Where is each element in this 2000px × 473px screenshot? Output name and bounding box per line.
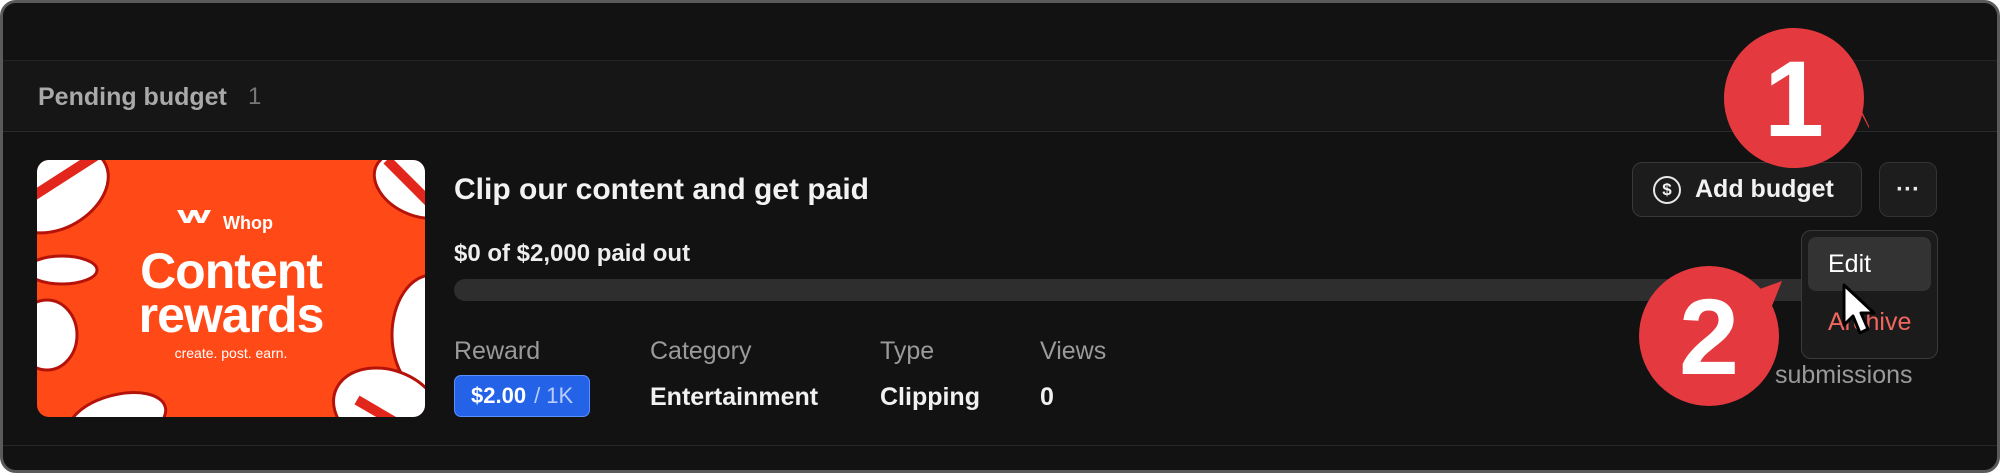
thumbnail-brand: Whop xyxy=(223,213,273,233)
ellipsis-icon: ··· xyxy=(1896,175,1920,203)
marker-1-number: 1 xyxy=(1763,37,1825,159)
reward-amount: $2.00 xyxy=(471,383,527,408)
reward-unit: / 1K xyxy=(534,383,574,408)
category-value: Entertainment xyxy=(650,383,819,411)
step-marker-1: 1 xyxy=(1719,23,1881,173)
step-marker-2: 2 xyxy=(1634,261,1784,411)
paid-out-text: $0 of $2,000 paid out xyxy=(454,240,691,267)
views-label: Views xyxy=(1040,337,1107,365)
dollar-circle-icon: $ xyxy=(1653,175,1681,204)
type-value: Clipping xyxy=(880,383,980,411)
reward-badge: $2.00 / 1K xyxy=(454,375,591,417)
reward-label: Reward xyxy=(454,337,541,365)
section-header xyxy=(3,61,1997,132)
campaign-title[interactable]: Clip our content and get paid xyxy=(454,173,869,207)
add-budget-label: Add budget xyxy=(1695,175,1834,203)
thumbnail-tagline: create. post. earn. xyxy=(174,345,288,361)
campaign-thumbnail[interactable]: Whop Content rewards create. post. earn. xyxy=(37,160,425,417)
category-label: Category xyxy=(650,337,752,365)
section-title: Pending budget xyxy=(38,83,227,111)
mouse-pointer-icon xyxy=(1842,283,1876,335)
submissions-label: submissions xyxy=(1775,361,1913,389)
views-value: 0 xyxy=(1040,383,1054,411)
top-bar xyxy=(3,3,1997,61)
paid-progress-bar xyxy=(454,279,1834,301)
marker-2-number: 2 xyxy=(1678,275,1740,397)
type-label: Type xyxy=(880,337,935,365)
more-options-button[interactable]: ··· xyxy=(1879,162,1937,217)
app-window: Pending budget 1 Whop Content rewards cr… xyxy=(0,0,2000,473)
section-count-badge: 1 xyxy=(248,83,262,110)
thumbnail-headline-2: rewards xyxy=(138,287,325,343)
